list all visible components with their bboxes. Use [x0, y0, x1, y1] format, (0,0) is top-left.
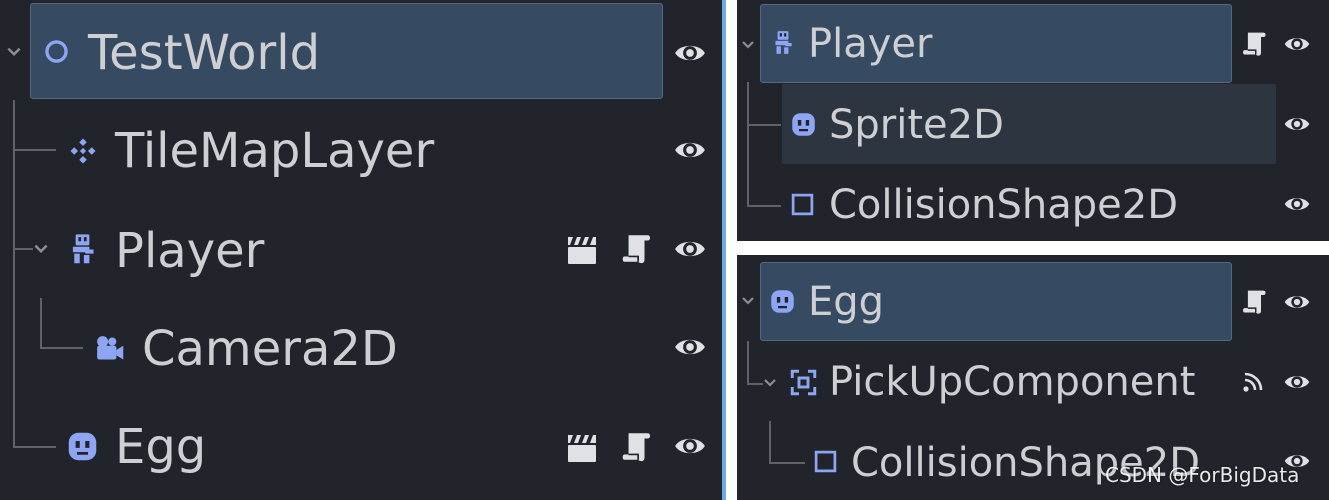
node-name: Egg	[808, 279, 885, 325]
sprite2d-icon	[790, 111, 817, 138]
script-icon[interactable]	[1240, 30, 1268, 58]
scene-instance-icon[interactable]	[565, 432, 599, 464]
tree-item-player[interactable]: Player	[737, 0, 1329, 84]
tree-item-testworld[interactable]: TestWorld	[0, 0, 722, 100]
characterbody2d-icon	[66, 233, 99, 266]
node-name: Player	[808, 21, 933, 67]
chevron-down-icon[interactable]	[762, 375, 778, 391]
visibility-eye-icon[interactable]	[1283, 110, 1311, 138]
tree-item-sprite2d[interactable]: Sprite2D	[737, 84, 1329, 164]
tree-item-pickupcomponent[interactable]: PickUpComponent	[737, 341, 1329, 421]
visibility-eye-icon[interactable]	[673, 133, 707, 167]
script-icon[interactable]	[619, 430, 653, 464]
collisionshape2d-icon	[813, 449, 838, 474]
node-name: Camera2D	[142, 321, 398, 377]
collisionshape2d-icon	[790, 192, 815, 217]
signal-icon[interactable]	[1241, 370, 1265, 394]
chevron-down-icon[interactable]	[32, 240, 50, 258]
visibility-eye-icon[interactable]	[673, 330, 707, 364]
node-name: TileMapLayer	[115, 123, 435, 179]
node-name: Sprite2D	[829, 102, 1004, 148]
tree-item-collisionshape2d[interactable]: CollisionShape2D	[737, 164, 1329, 241]
visibility-eye-icon[interactable]	[1283, 368, 1311, 396]
camera2d-icon	[93, 332, 126, 365]
visibility-eye-icon[interactable]	[1283, 288, 1311, 316]
tree-item-camera2d[interactable]: Camera2D	[0, 300, 722, 400]
sprite2d-icon	[769, 288, 796, 315]
tree-item-egg[interactable]: Egg	[0, 400, 722, 500]
tree-item-tilemaplayer[interactable]: TileMapLayer	[0, 100, 722, 200]
visibility-eye-icon[interactable]	[1283, 190, 1311, 218]
area2d-icon	[790, 369, 817, 396]
node-name: Egg	[115, 419, 207, 475]
characterbody2d-icon	[770, 30, 796, 56]
script-icon[interactable]	[619, 232, 653, 266]
scene-tree-panel-main: TestWorld TileMapLayer Player Camera2D E…	[0, 0, 722, 500]
chevron-down-icon[interactable]	[740, 293, 756, 309]
node-name: PickUpComponent	[829, 359, 1196, 405]
tree-item-player[interactable]: Player	[0, 200, 722, 300]
node2d-icon	[43, 38, 70, 65]
tilemaplayer-icon	[67, 136, 99, 166]
tree-item-egg[interactable]: Egg	[737, 255, 1329, 341]
scene-instance-icon[interactable]	[565, 234, 599, 266]
visibility-eye-icon[interactable]	[1283, 30, 1311, 58]
panel-divider	[722, 0, 726, 500]
visibility-eye-icon[interactable]	[673, 232, 707, 266]
sprite2d-icon	[66, 430, 99, 463]
tree-item-collisionshape2d[interactable]: CollisionShape2D	[737, 421, 1329, 500]
node-name: CollisionShape2D	[829, 182, 1179, 228]
visibility-eye-icon[interactable]	[673, 36, 707, 70]
scene-tree-panel-player: Player Sprite2D CollisionShape2D	[737, 0, 1329, 241]
script-icon[interactable]	[1240, 288, 1268, 316]
node-name: Player	[115, 223, 265, 279]
chevron-down-icon[interactable]	[740, 37, 756, 53]
chevron-down-icon[interactable]	[5, 43, 23, 61]
node-name: TestWorld	[88, 25, 321, 81]
watermark: CSDN @ForBigData	[1105, 463, 1300, 487]
visibility-eye-icon[interactable]	[673, 429, 707, 463]
